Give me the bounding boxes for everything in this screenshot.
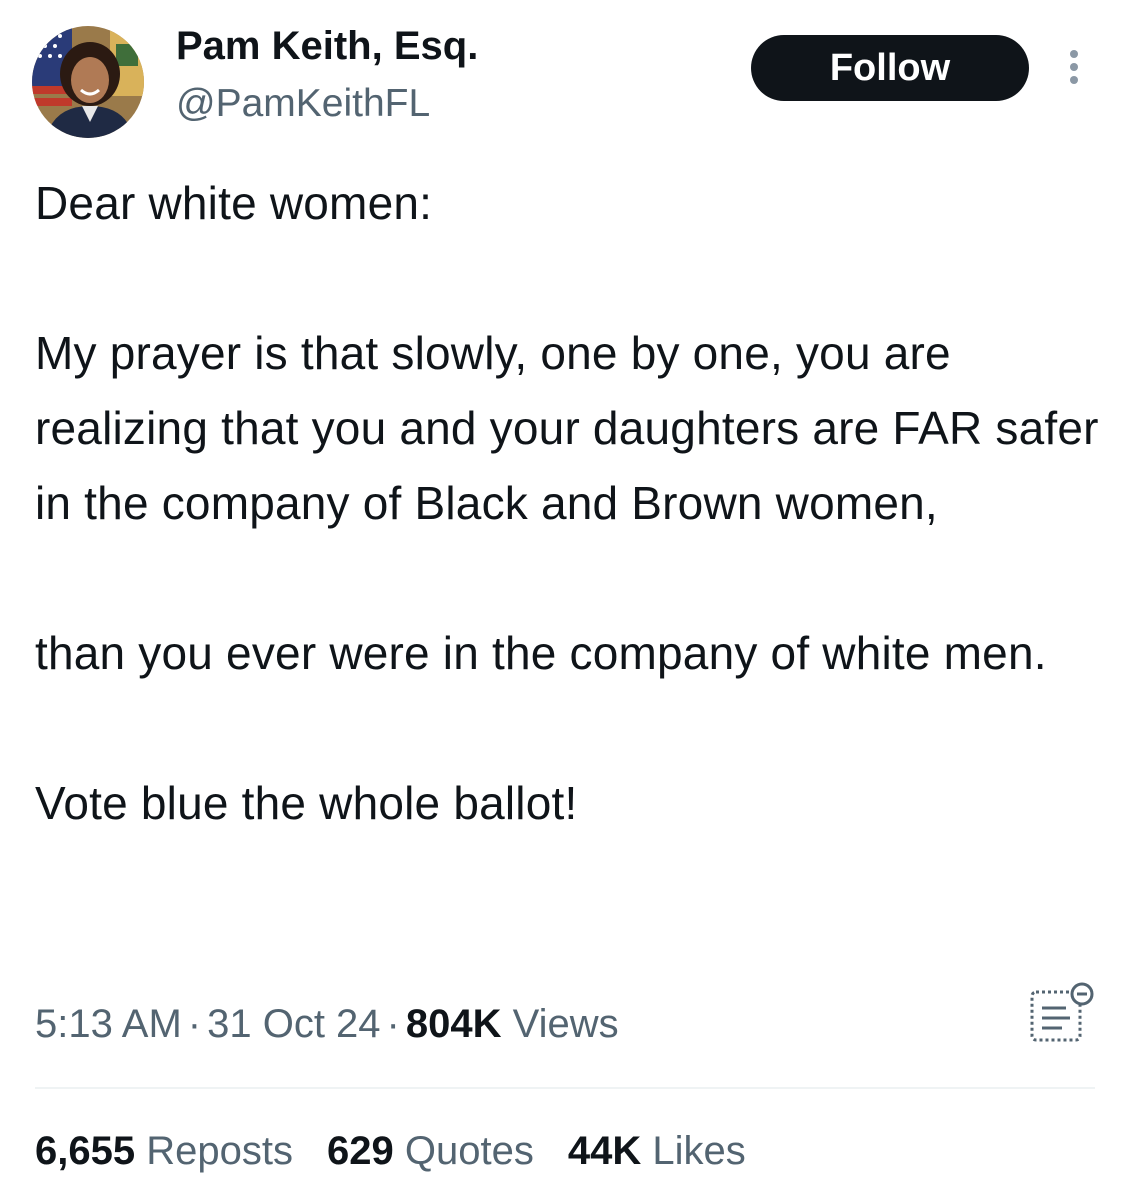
tweet-meta: 5:13 AM · 31 Oct 24 · 804K Views [35, 996, 619, 1052]
quotes-stat[interactable]: 629 Quotes [327, 1129, 534, 1173]
likes-count: 44K [567, 1129, 642, 1173]
likes-stat[interactable]: 44K Likes [568, 1129, 746, 1173]
analytics-icon[interactable] [1026, 980, 1098, 1048]
reposts-count: 6,655 [35, 1129, 136, 1173]
reposts-stat[interactable]: 6,655 Reposts [35, 1129, 293, 1173]
likes-label: Likes [652, 1129, 746, 1173]
quotes-label: Quotes [404, 1129, 534, 1173]
views-label: Views [512, 1002, 619, 1046]
tweet-date[interactable]: 31 Oct 24 [207, 1002, 380, 1046]
meta-separator: · [187, 1002, 202, 1046]
quotes-count: 629 [326, 1129, 394, 1173]
avatar-image [32, 26, 144, 138]
tweet-card: Pam Keith, Esq. @PamKeithFL Follow Dear … [0, 0, 1122, 1200]
meta-separator: · [386, 1002, 400, 1046]
avatar[interactable] [32, 26, 144, 138]
engagement-stats: 6,655 Reposts 629 Quotes 44K Likes [35, 1123, 780, 1179]
tweet-text: Dear white women: My prayer is that slow… [35, 177, 1099, 829]
views-count: 804K [405, 1002, 502, 1046]
author-display-name[interactable]: Pam Keith, Esq. [176, 22, 478, 70]
more-vertical-icon[interactable] [1062, 48, 1086, 88]
divider [35, 1087, 1095, 1089]
tweet-time[interactable]: 5:13 AM [35, 1002, 182, 1046]
author-handle[interactable]: @PamKeithFL [176, 80, 430, 128]
reposts-label: Reposts [146, 1129, 293, 1173]
follow-button[interactable]: Follow [751, 35, 1029, 101]
